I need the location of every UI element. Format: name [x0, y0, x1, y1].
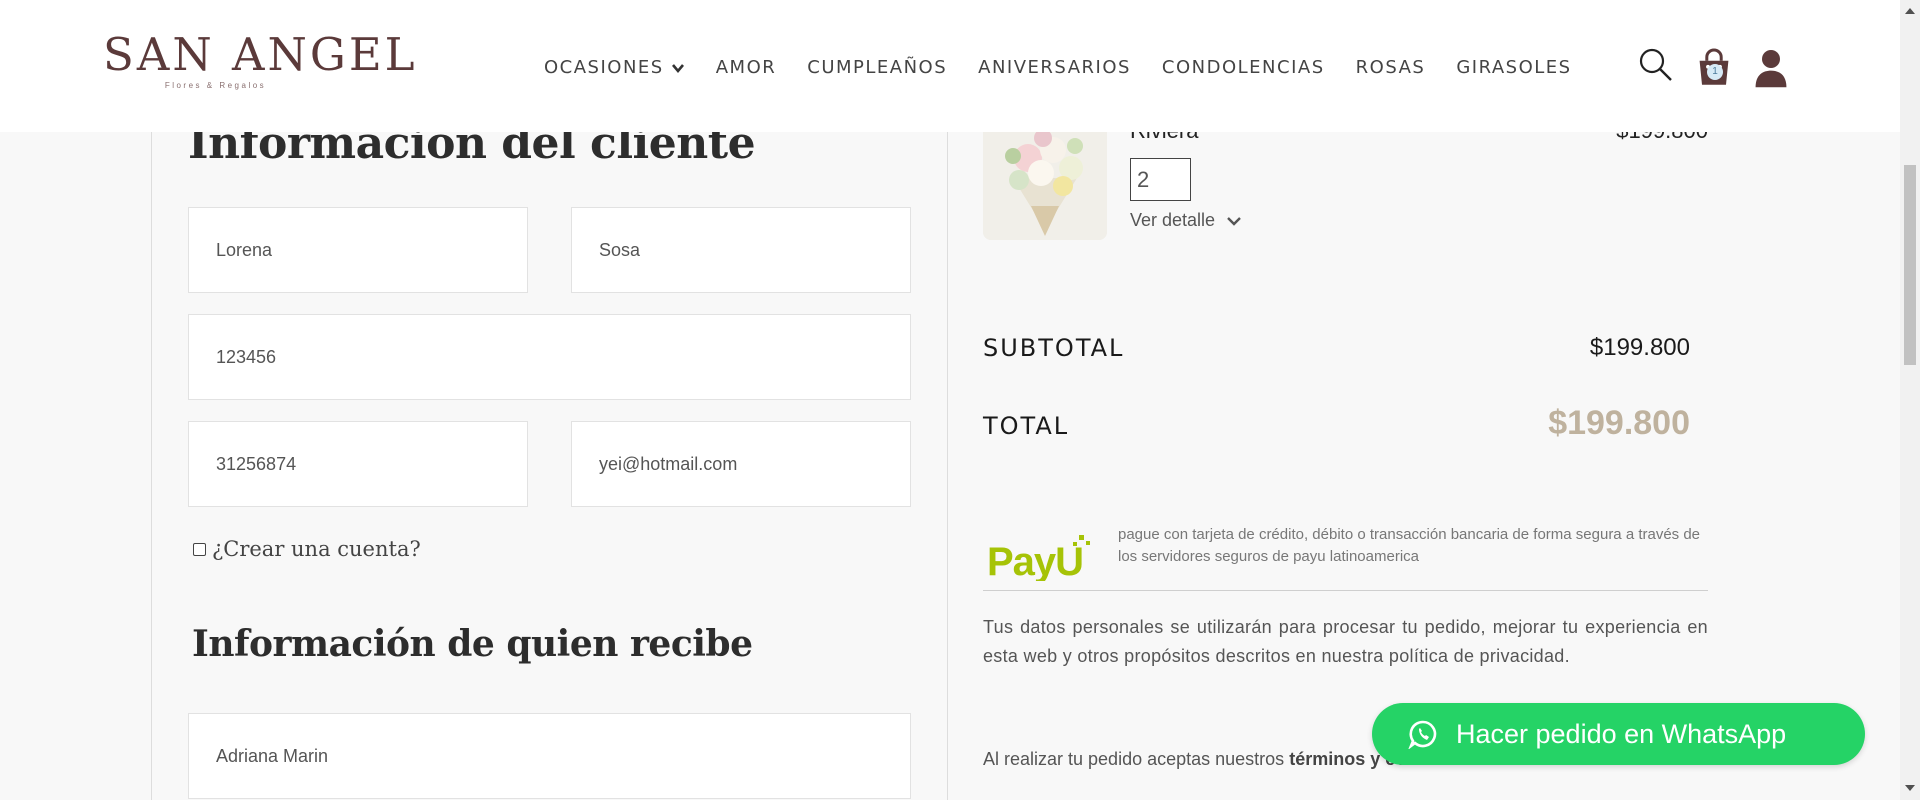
chevron-down-icon — [671, 63, 684, 73]
divider — [983, 590, 1708, 591]
nav-item-girasoles[interactable]: GIRASOLES — [1456, 57, 1571, 78]
whatsapp-button-label: Hacer pedido en WhatsApp — [1456, 718, 1787, 749]
view-details-label: Ver detalle — [1130, 210, 1216, 230]
page-scrollbar[interactable] — [1900, 0, 1920, 800]
brand-name: SAN ANGEL — [103, 28, 418, 81]
subtotal-value: $199.800 — [1589, 334, 1690, 361]
brand-tagline: Flores & Regalos — [164, 81, 267, 90]
nav-item-condolencias[interactable]: CONDOLENCIAS — [1162, 57, 1325, 78]
product-image — [983, 118, 1107, 240]
last-name-input[interactable] — [572, 208, 910, 292]
scroll-up-arrow[interactable] — [1905, 8, 1915, 14]
recipient-name-field[interactable] — [188, 713, 911, 799]
nav-item-ocasiones[interactable]: OCASIONES — [544, 57, 685, 78]
nav-item-amor[interactable]: AMOR — [716, 57, 777, 78]
nav-item-rosas[interactable]: ROSAS — [1356, 57, 1426, 78]
nav-item-cumpleanos[interactable]: CUMPLEAÑOS — [807, 57, 947, 78]
privacy-notice: Tus datos personales se utilizarán para … — [983, 617, 1708, 666]
scroll-down-arrow[interactable] — [1905, 785, 1915, 791]
email-input[interactable] — [572, 422, 910, 506]
create-account-checkbox[interactable] — [193, 542, 206, 556]
nav-item-label: OCASIONES — [544, 57, 664, 78]
whatsapp-order-button[interactable]: Hacer pedido en WhatsApp — [1372, 703, 1865, 765]
main-nav: OCASIONES AMOR CUMPLEAÑOS ANIVERSARIOS C… — [544, 57, 1603, 78]
nav-item-label: AMOR — [715, 57, 777, 78]
phone-field[interactable] — [188, 421, 528, 507]
nav-item-aniversarios[interactable]: ANIVERSARIOS — [978, 57, 1131, 78]
cart-count-badge: 1 — [1707, 64, 1723, 80]
nav-item-label: GIRASOLES — [1456, 57, 1572, 78]
total-value: $199.800 — [1548, 404, 1690, 442]
total-label: TOTAL — [983, 412, 1070, 440]
scrollbar-thumb[interactable] — [1904, 165, 1916, 365]
first-name-field[interactable] — [188, 207, 528, 293]
recipient-name-input[interactable] — [189, 714, 910, 798]
svg-text:PayU: PayU — [987, 540, 1083, 581]
brand-logo[interactable]: SAN ANGEL Flores & Regalos — [103, 28, 418, 91]
create-account-option[interactable]: ¿Crear una cuenta? — [193, 537, 421, 561]
payu-description: pague con tarjeta de crédito, débito o t… — [1118, 526, 1701, 565]
chevron-down-icon — [1227, 216, 1241, 226]
first-name-input[interactable] — [189, 208, 527, 292]
view-details-toggle[interactable]: Ver detalle — [1130, 210, 1241, 231]
create-account-label: ¿Crear una cuenta? — [212, 537, 421, 561]
nav-item-label: ROSAS — [1355, 57, 1426, 78]
id-number-field[interactable] — [188, 314, 911, 400]
email-field[interactable] — [571, 421, 911, 507]
last-name-field[interactable] — [571, 207, 911, 293]
nav-item-label: CUMPLEAÑOS — [807, 57, 948, 78]
quantity-input[interactable]: 2 — [1130, 158, 1191, 201]
search-icon[interactable] — [1638, 45, 1674, 85]
phone-input[interactable] — [189, 422, 527, 506]
nav-item-label: ANIVERSARIOS — [978, 57, 1131, 78]
recipient-info-heading: Información de quien recibe — [192, 623, 753, 665]
payu-logo: PayU — [987, 535, 1090, 581]
nav-item-label: CONDOLENCIAS — [1161, 57, 1325, 78]
terms-prefix: Al realizar tu pedido aceptas nuestros — [983, 749, 1285, 769]
site-header: SAN ANGEL Flores & Regalos OCASIONES AMO… — [0, 0, 1900, 132]
subtotal-label: SUBTOTAL — [983, 334, 1125, 362]
whatsapp-icon — [1408, 720, 1437, 749]
id-number-input[interactable] — [189, 315, 910, 399]
user-account-icon[interactable] — [1753, 48, 1789, 88]
